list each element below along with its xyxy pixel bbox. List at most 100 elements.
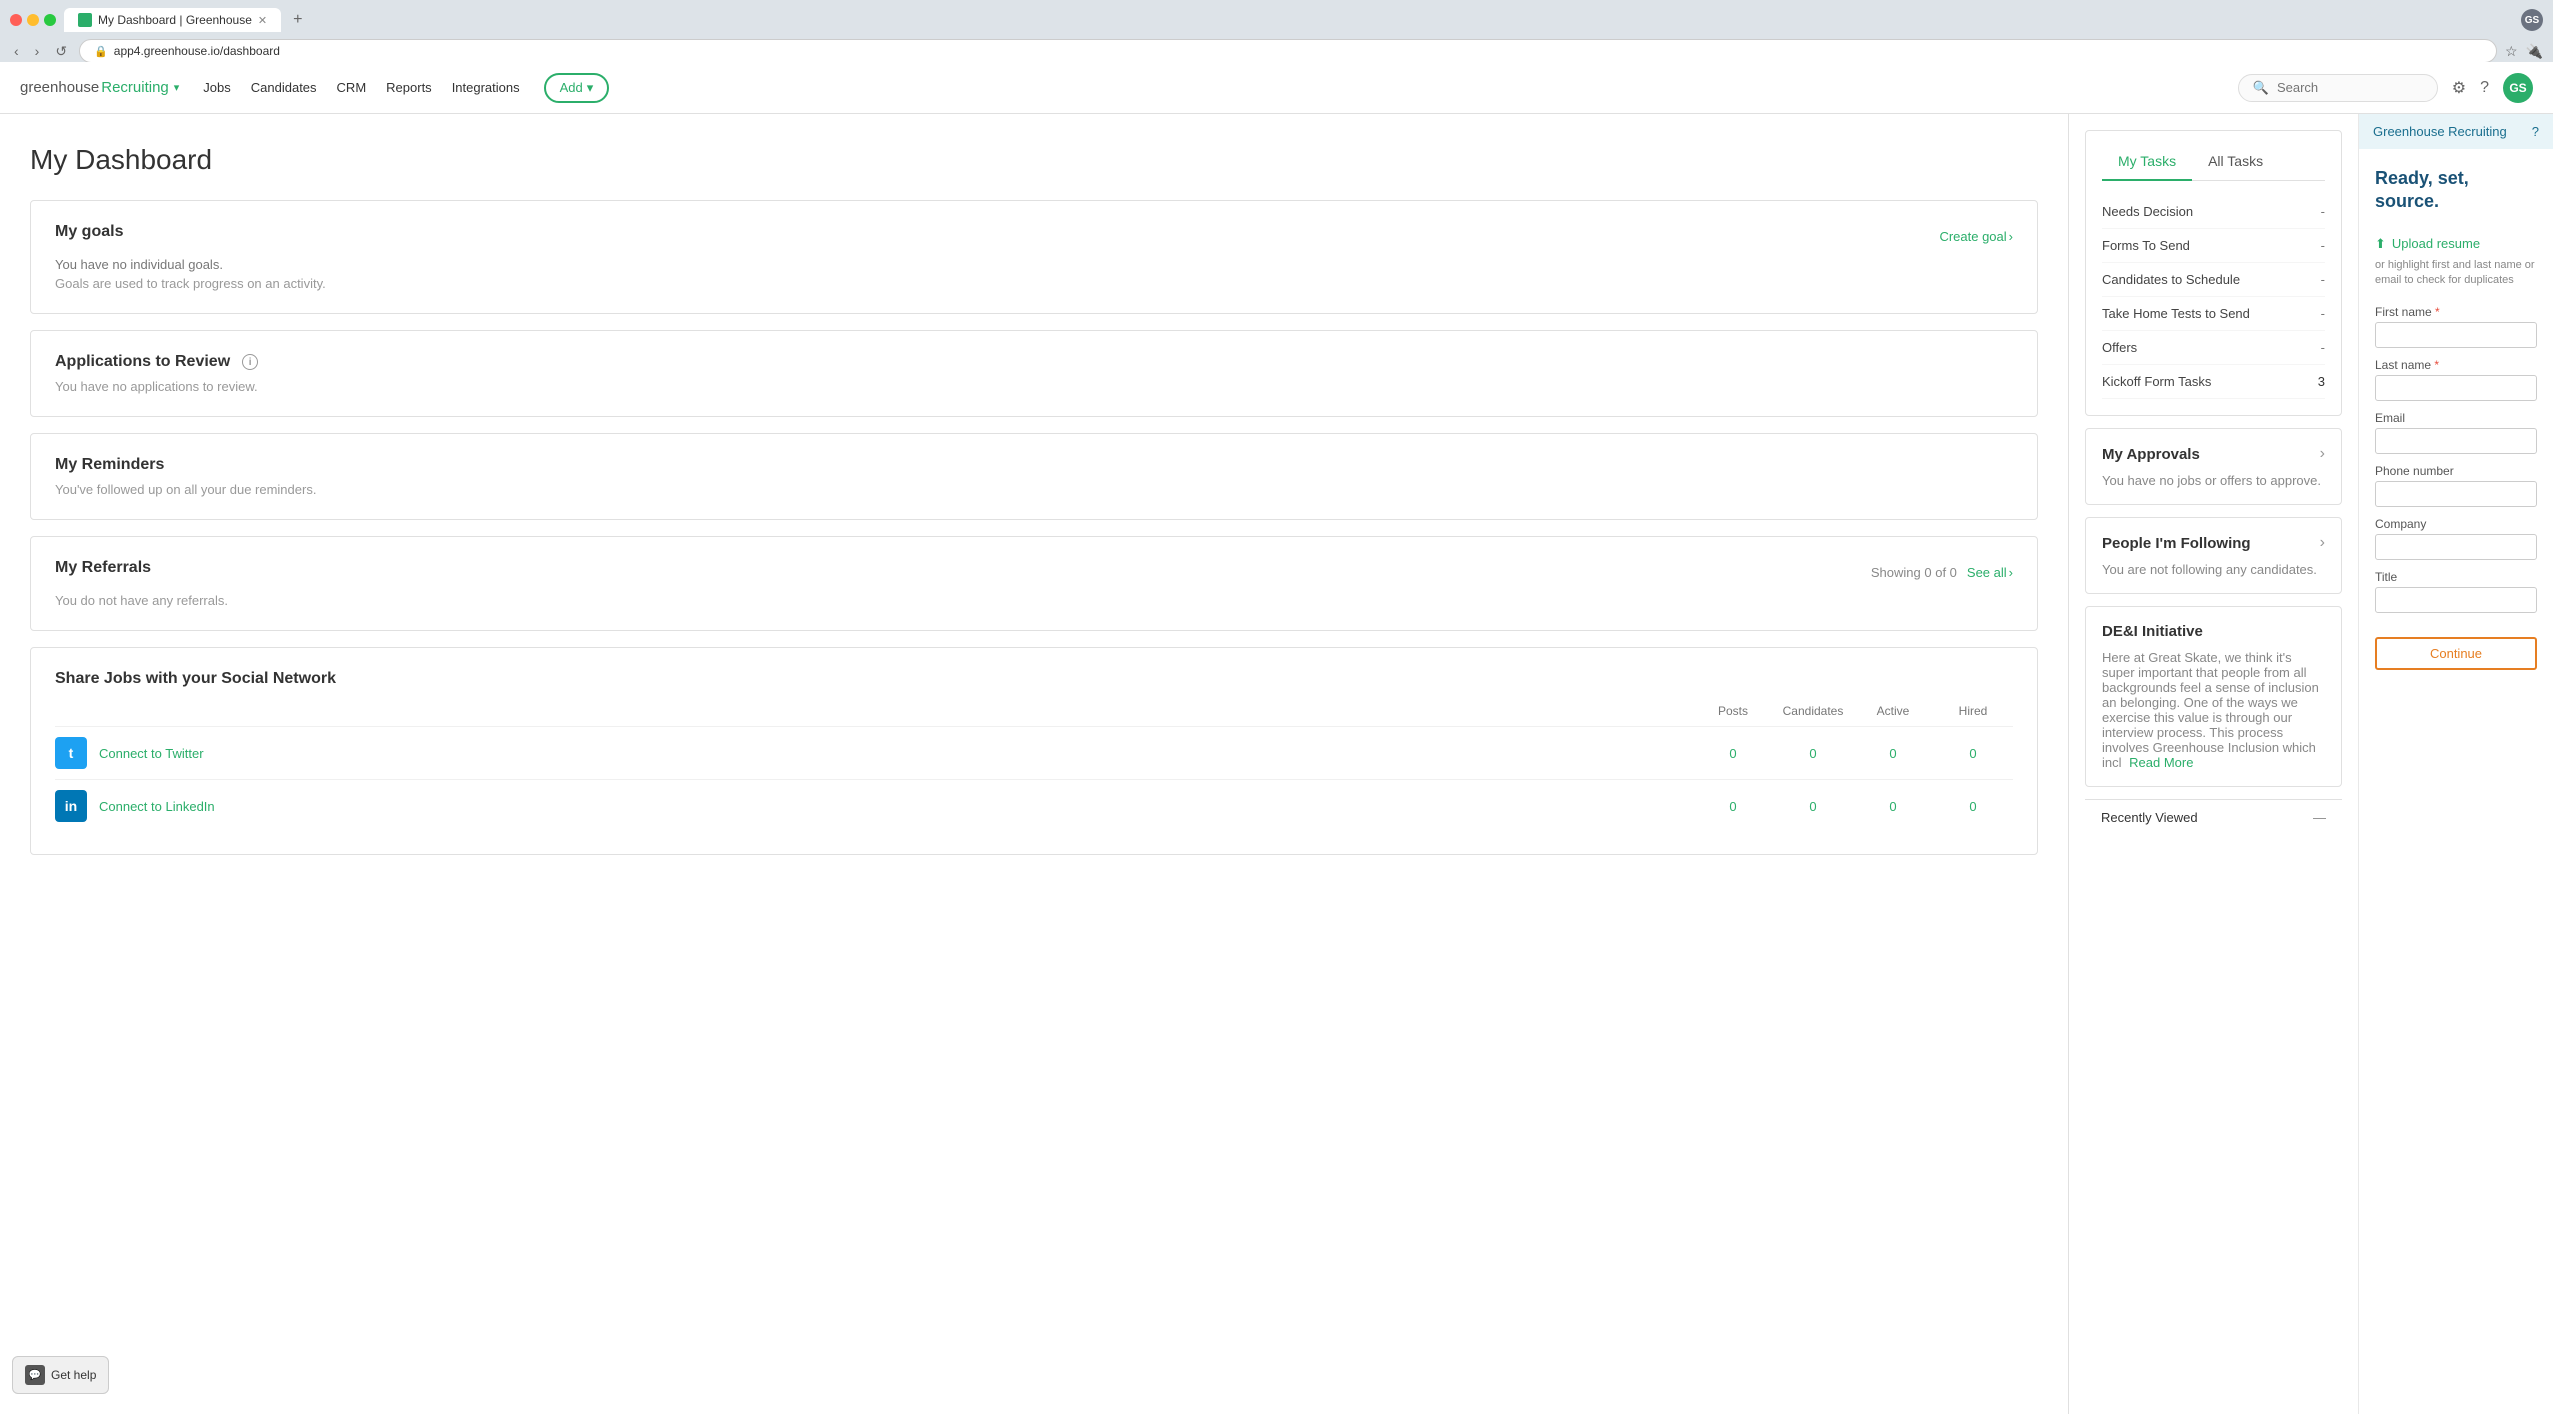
tab-my-tasks[interactable]: My Tasks <box>2102 147 2192 181</box>
new-tab-button[interactable]: + <box>287 9 308 31</box>
task-val-kickoff-form: 3 <box>2318 374 2325 389</box>
create-goal-link[interactable]: Create goal › <box>1939 229 2013 244</box>
main-content: My Dashboard My goals Create goal › You … <box>0 114 2068 1414</box>
upload-section: ⬆ Upload resume or highlight first and l… <box>2359 226 2553 305</box>
task-label-candidates-to-schedule: Candidates to Schedule <box>2102 272 2240 287</box>
tab-title: My Dashboard | Greenhouse <box>98 13 252 27</box>
nav-crm[interactable]: CRM <box>337 80 367 95</box>
task-label-kickoff-form: Kickoff Form Tasks <box>2102 374 2211 389</box>
traffic-lights <box>10 14 56 26</box>
connect-twitter-link[interactable]: Connect to Twitter <box>99 746 1693 761</box>
nav-integrations[interactable]: Integrations <box>452 80 520 95</box>
active-browser-tab[interactable]: My Dashboard | Greenhouse ✕ <box>64 8 281 32</box>
add-button[interactable]: Add ▾ <box>544 73 610 103</box>
panel-header: Greenhouse Recruiting ? <box>2359 114 2553 149</box>
browser-profile-icon[interactable]: GS <box>2521 9 2543 31</box>
close-traffic-light[interactable] <box>10 14 22 26</box>
linkedin-hired: 0 <box>1933 799 2013 814</box>
following-chevron-icon[interactable]: › <box>2320 534 2325 552</box>
fullscreen-traffic-light[interactable] <box>44 14 56 26</box>
company-group: Company <box>2375 517 2537 560</box>
first-name-input[interactable] <box>2375 322 2537 348</box>
linkedin-active: 0 <box>1853 799 1933 814</box>
nav-candidates[interactable]: Candidates <box>251 80 317 95</box>
last-name-input[interactable] <box>2375 375 2537 401</box>
browser-toolbar-icons: ☆ 🔌 <box>2505 43 2543 60</box>
title-group: Title <box>2375 570 2537 613</box>
extensions-icon[interactable]: 🔌 <box>2526 43 2543 60</box>
continue-button[interactable]: Continue <box>2375 637 2537 670</box>
lock-icon: 🔒 <box>94 45 108 58</box>
logo-caret-icon[interactable]: ▾ <box>174 81 180 94</box>
bookmark-icon[interactable]: ☆ <box>2505 43 2518 60</box>
logo-greenhouse-text: greenhouse <box>20 79 99 96</box>
nav-jobs[interactable]: Jobs <box>203 80 230 95</box>
tab-close-button[interactable]: ✕ <box>258 14 267 27</box>
referrals-card: My Referrals Showing 0 of 0 See all › Yo… <box>30 536 2038 631</box>
task-take-home-tests: Take Home Tests to Send - <box>2102 297 2325 331</box>
social-table-header: Posts Candidates Active Hired <box>55 704 2013 718</box>
title-input[interactable] <box>2375 587 2537 613</box>
approvals-chevron-icon[interactable]: › <box>2320 445 2325 463</box>
user-avatar[interactable]: GS <box>2503 73 2533 103</box>
back-button[interactable]: ‹ <box>10 41 23 61</box>
connect-linkedin-link[interactable]: Connect to LinkedIn <box>99 799 1693 814</box>
forward-button[interactable]: › <box>31 41 44 61</box>
company-input[interactable] <box>2375 534 2537 560</box>
minimize-traffic-light[interactable] <box>27 14 39 26</box>
settings-icon[interactable]: ⚙ <box>2452 78 2466 98</box>
first-name-group: First name * <box>2375 305 2537 348</box>
task-val-take-home-tests: - <box>2321 306 2325 321</box>
phone-label: Phone number <box>2375 464 2537 478</box>
email-input[interactable] <box>2375 428 2537 454</box>
top-nav: greenhouse Recruiting ▾ Jobs Candidates … <box>0 62 2553 114</box>
search-icon: 🔍 <box>2253 80 2269 96</box>
far-right-panel: Greenhouse Recruiting ? Ready, set, sour… <box>2358 114 2553 1414</box>
following-body: You are not following any candidates. <box>2102 562 2325 577</box>
candidate-form: First name * Last name * Email <box>2359 305 2553 629</box>
linkedin-posts: 0 <box>1693 799 1773 814</box>
task-candidates-to-schedule: Candidates to Schedule - <box>2102 263 2325 297</box>
phone-input[interactable] <box>2375 481 2537 507</box>
page-title: My Dashboard <box>30 144 2038 176</box>
task-kickoff-form: Kickoff Form Tasks 3 <box>2102 365 2325 399</box>
linkedin-row: in Connect to LinkedIn 0 0 0 0 <box>55 779 2013 832</box>
search-box[interactable]: 🔍 <box>2238 74 2438 102</box>
refresh-button[interactable]: ↺ <box>51 41 71 62</box>
dei-read-more-link[interactable]: Read More <box>2129 755 2193 770</box>
goals-subtitle: You have no individual goals. <box>55 257 2013 272</box>
panel-app-name: Greenhouse Recruiting <box>2373 124 2507 139</box>
upload-desc: or highlight first and last name or emai… <box>2375 258 2537 289</box>
browser-right-icons: GS <box>2521 9 2543 31</box>
applications-desc: You have no applications to review. <box>55 379 2013 394</box>
logo: greenhouse Recruiting ▾ <box>20 79 179 96</box>
recently-viewed-close-icon[interactable]: — <box>2313 810 2326 825</box>
tasks-section: My Tasks All Tasks Needs Decision - Form… <box>2085 130 2342 416</box>
tab-all-tasks[interactable]: All Tasks <box>2192 147 2279 181</box>
search-input[interactable] <box>2277 80 2407 95</box>
nav-reports[interactable]: Reports <box>386 80 432 95</box>
task-val-offers: - <box>2321 340 2325 355</box>
see-all-link[interactable]: See all › <box>1967 565 2013 580</box>
task-val-needs-decision: - <box>2321 204 2325 219</box>
panel-question-icon[interactable]: ? <box>2532 124 2539 139</box>
email-label: Email <box>2375 411 2537 425</box>
goals-card: My goals Create goal › You have no indiv… <box>30 200 2038 314</box>
referrals-desc: You do not have any referrals. <box>55 593 2013 608</box>
task-val-candidates-to-schedule: - <box>2321 272 2325 287</box>
tasks-tabs: My Tasks All Tasks <box>2102 147 2325 181</box>
upload-resume-link[interactable]: ⬆ Upload resume <box>2375 236 2537 252</box>
panel-tagline: Ready, set, source. <box>2359 149 2553 226</box>
upload-icon: ⬆ <box>2375 236 2386 252</box>
help-icon: 💬 <box>25 1365 45 1385</box>
recently-viewed-bar: Recently Viewed — <box>2085 799 2342 835</box>
applications-info-icon[interactable]: i <box>242 354 258 370</box>
help-button[interactable]: 💬 Get help <box>12 1356 109 1394</box>
twitter-active: 0 <box>1853 746 1933 761</box>
help-nav-icon[interactable]: ? <box>2480 79 2489 97</box>
address-bar[interactable]: 🔒 app4.greenhouse.io/dashboard <box>79 39 2497 63</box>
reminders-desc: You've followed up on all your due remin… <box>55 482 2013 497</box>
phone-group: Phone number <box>2375 464 2537 507</box>
nav-links: Jobs Candidates CRM Reports Integrations <box>203 80 519 95</box>
nav-right: 🔍 ⚙ ? GS <box>2238 73 2533 103</box>
